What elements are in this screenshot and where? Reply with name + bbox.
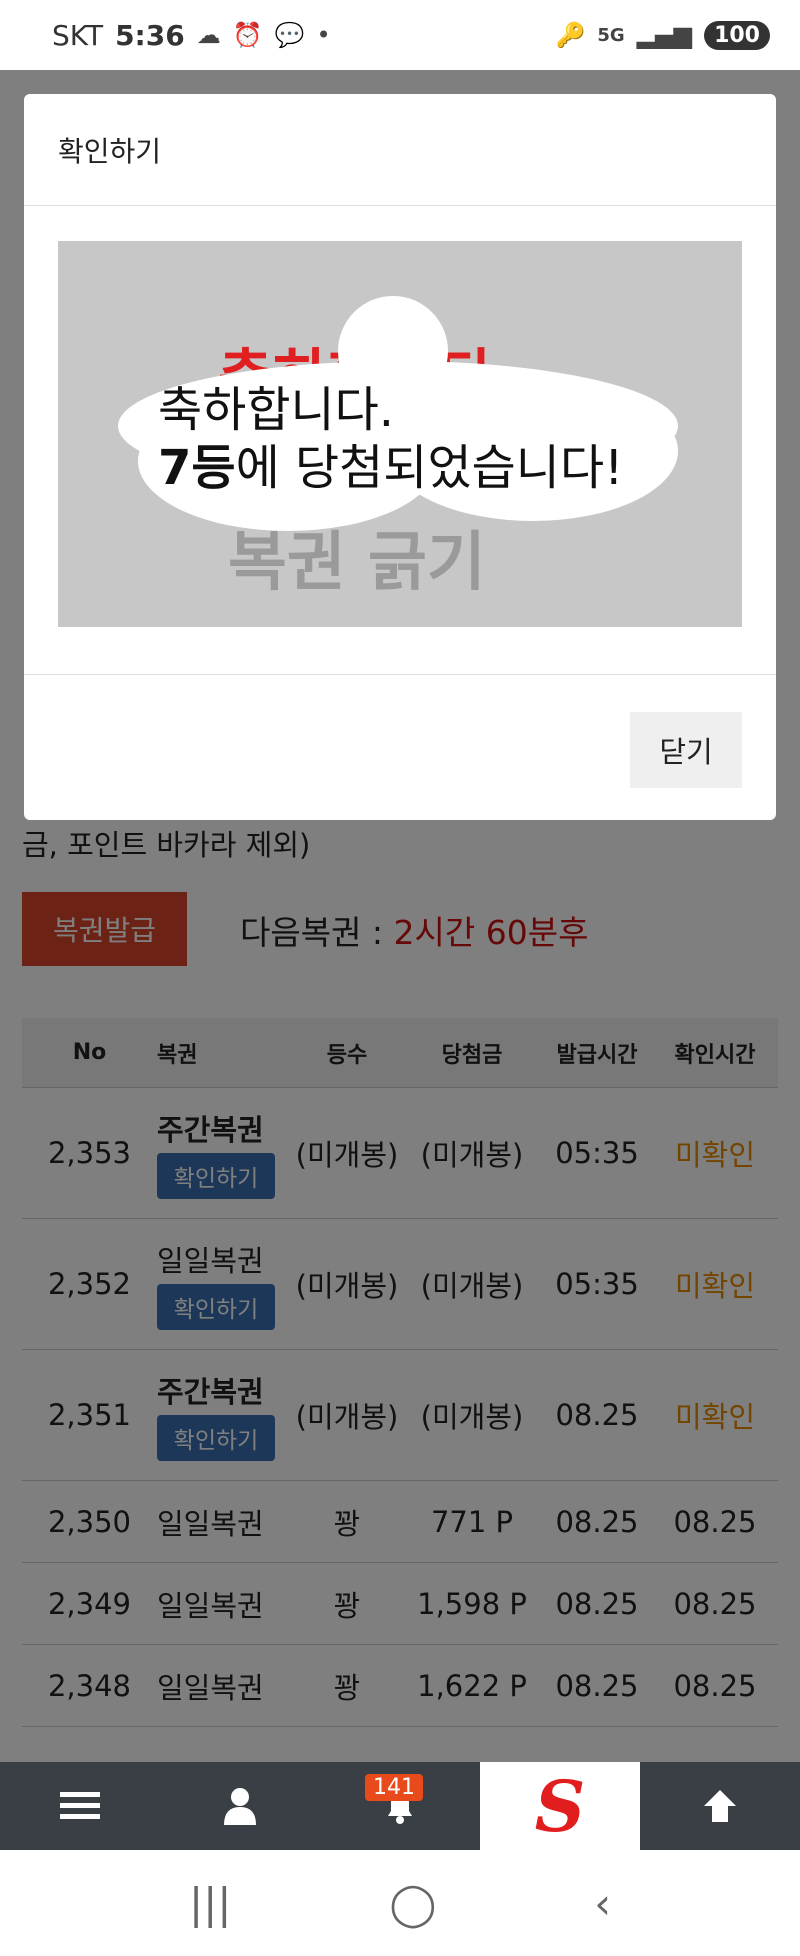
modal-title: 확인하기: [24, 94, 776, 206]
prize-line-1: 축하합니다.: [158, 382, 395, 438]
key-icon: 🔑: [555, 21, 586, 49]
notification-dot: •: [316, 21, 331, 49]
talk-icon: 💬: [274, 21, 305, 49]
status-bar: SKT 5:36 ☁ ⏰ 💬 • 🔑 5G ▂▄▆ 100: [0, 0, 800, 70]
status-left: SKT 5:36 ☁ ⏰ 💬 •: [52, 19, 331, 52]
battery-indicator: 100: [704, 20, 770, 50]
profile-button[interactable]: [160, 1762, 320, 1850]
prize-rank: 7등: [158, 440, 236, 496]
scratch-card-image: 축하합니다 복권 긁기 축하합니다. 7등에 당첨되었습니다!: [58, 241, 742, 627]
notification-badge: 141: [365, 1774, 423, 1801]
bottom-nav: 141 S: [0, 1762, 800, 1850]
site-logo[interactable]: S: [480, 1762, 640, 1850]
prize-line-2-rest: 에 당첨되었습니다!: [235, 440, 624, 496]
menu-button[interactable]: [0, 1762, 160, 1850]
carrier-label: SKT: [52, 18, 104, 52]
menu-icon: [60, 1792, 100, 1819]
arrow-up-icon: [704, 1790, 736, 1822]
weather-icon: ☁: [196, 21, 221, 49]
prize-message: 축하합니다. 7등에 당첨되었습니다!: [158, 381, 623, 497]
android-nav-bar: ||| ◯ ‹: [0, 1850, 800, 1956]
scroll-top-button[interactable]: [640, 1762, 800, 1850]
signal-icon: ▂▄▆: [636, 21, 693, 49]
back-icon[interactable]: ‹: [594, 1879, 611, 1928]
clock: 5:36: [115, 18, 185, 52]
result-modal: 확인하기 축하합니다 복권 긁기 축하합니다. 7등에 당첨되었습니다! 닫기: [24, 94, 776, 820]
network-label: 5G: [597, 24, 625, 46]
prize-line-2: 7등에 당첨되었습니다!: [158, 439, 623, 497]
status-right: 🔑 5G ▂▄▆ 100: [555, 0, 770, 70]
modal-divider: [24, 674, 776, 675]
logo-letter: S: [534, 1764, 586, 1848]
close-button[interactable]: 닫기: [630, 712, 742, 788]
notifications-button[interactable]: 141: [320, 1762, 480, 1850]
alarm-icon: ⏰: [232, 21, 263, 49]
home-icon[interactable]: ◯: [389, 1879, 436, 1928]
recents-icon[interactable]: |||: [189, 1879, 231, 1928]
user-icon: [224, 1788, 256, 1825]
